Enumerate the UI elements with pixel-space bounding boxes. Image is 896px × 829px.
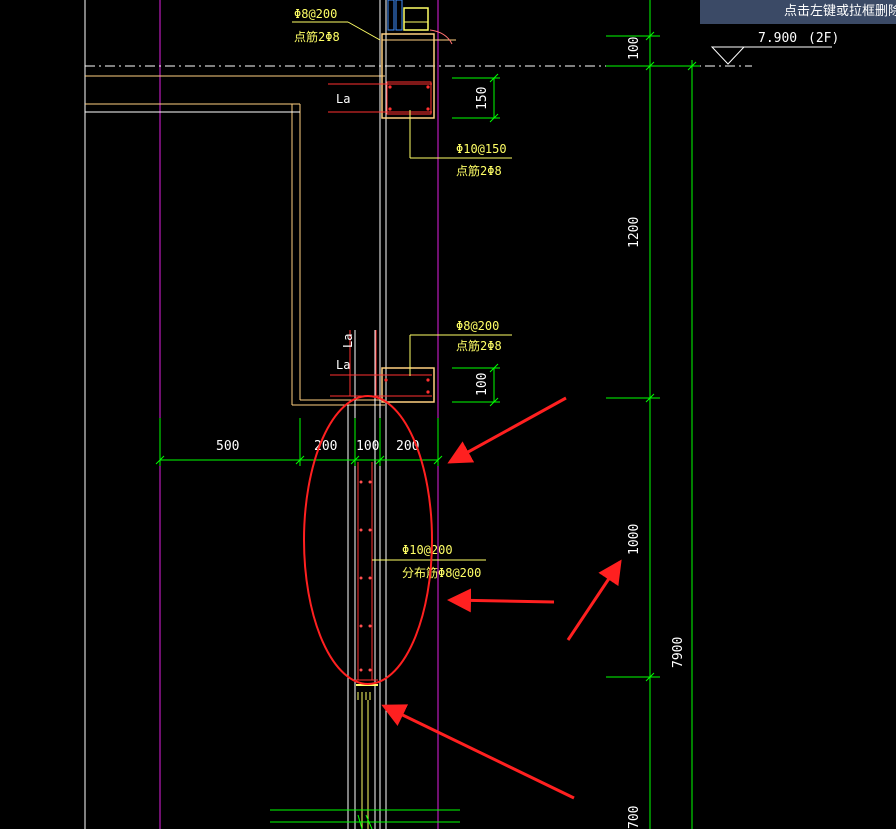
cad-drawing-canvas[interactable]: 7.900 (2F) Φ8@200 点筋2Φ8 Φ10@150 点筋2Φ8 Φ8… <box>0 0 896 829</box>
axis-lines <box>84 0 752 829</box>
horizontal-dimensions: 500 200 100 200 <box>155 418 443 466</box>
arrow-bottom <box>381 704 575 800</box>
anchor-la-vertical: La <box>341 334 355 348</box>
top-rebar-main: Φ8@200 <box>294 7 337 21</box>
dim-v-1200: 1200 <box>627 217 642 248</box>
mid-rebar-main: Φ8@200 <box>456 319 499 333</box>
top-rebar-dist: 点筋2Φ8 <box>294 29 340 44</box>
level-marker: 7.900 (2F) <box>710 31 839 65</box>
status-tooltip: 点击左键或拉框删除 <box>700 0 896 24</box>
level-floor: (2F) <box>808 31 839 46</box>
slab-outline <box>85 75 385 406</box>
wall-rebar-main: Φ10@200 <box>402 543 453 557</box>
dim-beam-150: 150 <box>475 87 490 110</box>
dim-beam-100: 100 <box>475 373 490 396</box>
wall-lines <box>347 0 387 829</box>
top-stub <box>387 0 453 45</box>
bottom-floor-lines <box>270 809 460 823</box>
beam-height-dimensions: 150 100 <box>452 73 500 407</box>
anchor-la-lower: La <box>336 358 350 372</box>
arrow-middle <box>447 588 555 613</box>
markup-arrows <box>381 396 622 800</box>
wall-rebar-dist: 分布筋Φ8@200 <box>402 565 481 580</box>
dim-v-7900: 7900 <box>671 637 686 668</box>
dim-v-1000: 1000 <box>627 524 642 555</box>
dim-v-100-top: 100 <box>627 37 642 60</box>
mid-rebar-dist: 点筋2Φ8 <box>456 338 502 353</box>
arrow-upper <box>447 396 567 464</box>
upper-rebar-main: Φ10@150 <box>456 142 507 156</box>
arrow-right <box>566 559 622 641</box>
right-vertical-dimensions: 100 1200 1000 7900 700 <box>606 31 700 829</box>
anchor-la-upper: La <box>336 92 350 106</box>
dim-h-500: 500 <box>216 439 239 454</box>
level-elevation: 7.900 <box>758 31 797 46</box>
dim-v-700: 700 <box>627 806 642 829</box>
dim-h-100: 100 <box>356 439 379 454</box>
upper-rebar-dist: 点筋2Φ8 <box>456 163 502 178</box>
